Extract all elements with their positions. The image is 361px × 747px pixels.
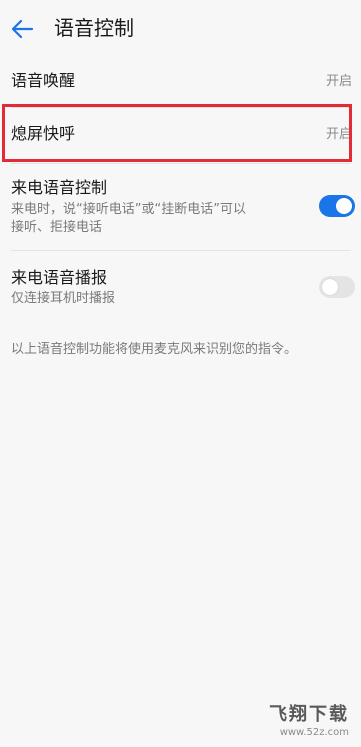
app-bar: 语音控制 — [0, 0, 361, 56]
setting-row-incoming-call-voice-announce[interactable]: 来电语音播报 仅连接耳机时播报 — [0, 251, 361, 321]
incoming-call-voice-announce-toggle[interactable] — [319, 276, 355, 298]
back-button[interactable] — [8, 14, 38, 44]
watermark-logo: 飞翔下载 www.52z.com — [269, 705, 349, 739]
toggle-knob — [336, 198, 352, 214]
setting-row-screen-off-quick-call[interactable]: 熄屏快呼 开启 — [0, 108, 361, 162]
microphone-usage-note: 以上语音控制功能将使用麦克风来识别您的指令。 — [11, 342, 298, 357]
setting-value: 开启 — [325, 74, 352, 89]
page-title: 语音控制 — [54, 16, 134, 40]
setting-title: 语音唤醒 — [11, 71, 76, 90]
incoming-call-voice-control-toggle[interactable] — [319, 195, 355, 217]
voice-control-screen: 语音控制 语音唤醒 开启 熄屏快呼 开启 来电语音控制 来电时，说“接听电话”或… — [0, 0, 361, 747]
setting-row-voice-wakeup[interactable]: 语音唤醒 开启 — [0, 56, 361, 108]
watermark-url: www.52z.com — [279, 727, 349, 738]
setting-value: 开启 — [325, 127, 352, 142]
setting-title: 熄屏快呼 — [11, 124, 76, 143]
setting-title: 来电语音控制 — [11, 178, 108, 197]
setting-title: 来电语音播报 — [11, 268, 108, 287]
setting-subtitle: 来电时，说“接听电话”或“挂断电话”可以接听、拒接电话 — [11, 202, 246, 235]
watermark-text: 飞翔下载 — [269, 704, 349, 725]
arrow-left-icon — [11, 19, 34, 39]
setting-subtitle: 仅连接耳机时播报 — [11, 291, 116, 306]
toggle-knob — [322, 279, 338, 295]
setting-row-incoming-call-voice-control[interactable]: 来电语音控制 来电时，说“接听电话”或“挂断电话”可以接听、拒接电话 — [0, 164, 361, 250]
